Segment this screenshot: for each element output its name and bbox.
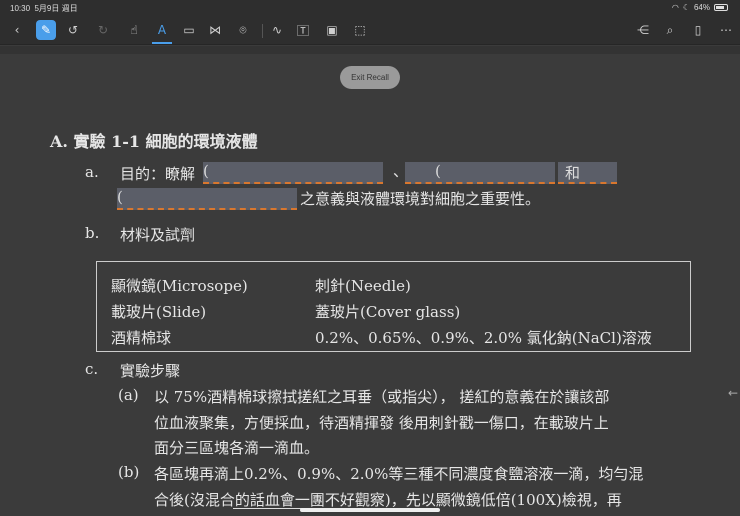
mindmap-icon[interactable]: ⋲ (633, 20, 653, 40)
step-b-line: 合後(沒混合的話血會一團不好觀察)，先以顯微鏡低倍(100X)檢視，再 (154, 491, 622, 509)
step-a-line: 面分三區塊各滴一滴血。 (154, 439, 320, 457)
moon-icon: ☾ (682, 3, 690, 12)
toolbar: ‹ ✎ ↺ ↻ ☝ A ▭ ⋈ ⌾ ∿ 🅃 ▣ ⬚ ⋲ ⌕ ▯ ⋯ (0, 16, 740, 45)
step-a-label: (a) (118, 386, 139, 404)
step-b-label: (b) (118, 463, 140, 481)
section-title: A. 實驗 1-1 細胞的環境液體 (50, 132, 258, 151)
undo-icon[interactable]: ↺ (63, 20, 83, 40)
scribble-icon[interactable]: ∿ (267, 20, 287, 40)
textbox-icon[interactable]: 🅃 (293, 20, 313, 40)
home-indicator[interactable] (300, 508, 440, 512)
lasso-icon[interactable]: ⌾ (233, 20, 253, 40)
image-icon[interactable]: ▣ (322, 20, 342, 40)
recall-blank-2[interactable]: ( (405, 162, 555, 184)
bookmark-icon[interactable]: ▯ (688, 20, 708, 40)
battery-percent: 64% (693, 3, 710, 12)
item-c-label: c. (85, 360, 99, 378)
item-b-text: 材料及試劑 (120, 226, 196, 244)
redo-icon[interactable]: ↻ (93, 20, 113, 40)
material-cell: 0.2%、0.65%、0.9%、2.0% 氯化鈉(NaCl)溶液 (315, 329, 652, 347)
step-a-line: 以 75%酒精棉球擦拭搓紅之耳垂（或指尖）， 搓紅的意義在於讓該部 (154, 388, 610, 406)
recall-blank-4[interactable]: ( (117, 188, 297, 210)
status-time: 10:30 5月9日 週日 (10, 4, 78, 13)
step-b-line: 各區塊再滴上0.2%、0.9%、2.0%等三種不同濃度食鹽溶液一滴，均勻混 (154, 465, 644, 483)
rectangle-icon[interactable]: ▭ (179, 20, 199, 40)
material-cell: 酒精棉球 (111, 329, 172, 347)
material-cell: 顯微鏡(Microsope) (111, 277, 248, 295)
recall-blank-3[interactable]: 和 (558, 162, 617, 184)
exit-recall-button[interactable]: Exit Recall (340, 66, 400, 89)
arrow-left-icon[interactable]: ← (728, 386, 738, 400)
material-cell: 刺針(Needle) (315, 277, 411, 295)
battery-icon (714, 4, 728, 11)
material-cell: 載玻片(Slide) (111, 303, 207, 321)
shape-icon[interactable]: ⋈ (205, 20, 225, 40)
pen-icon[interactable]: ✎ (36, 20, 56, 40)
hand-icon[interactable]: ☝ (124, 20, 144, 40)
search-icon[interactable]: ⌕ (660, 20, 680, 40)
element-icon[interactable]: ⬚ (350, 20, 370, 40)
item-a-rest: 之意義與液體環境對細胞之重要性。 (300, 190, 541, 208)
text-highlight-icon[interactable]: A (152, 20, 172, 40)
more-icon[interactable]: ⋯ (716, 20, 736, 40)
wifi-icon: ◠ (671, 3, 679, 12)
page-gap (0, 46, 740, 54)
recall-blank-1[interactable]: ( (203, 162, 383, 184)
item-a-label: a. (85, 163, 99, 181)
step-a-line: 位血液聚集，方便採血，待酒精揮發 後用刺針戳一傷口，在載玻片上 (154, 414, 609, 432)
toolbar-divider (262, 24, 263, 38)
material-cell: 蓋玻片(Cover glass) (315, 303, 461, 321)
item-b-label: b. (85, 224, 100, 242)
active-tool-indicator (152, 42, 172, 44)
back-icon[interactable]: ‹ (7, 20, 27, 40)
item-a-text: 目的：瞭解 (120, 165, 196, 183)
item-c-text: 實驗步驟 (120, 362, 181, 380)
status-bar: 10:30 5月9日 週日 ◠ ☾ 64% (0, 0, 740, 16)
